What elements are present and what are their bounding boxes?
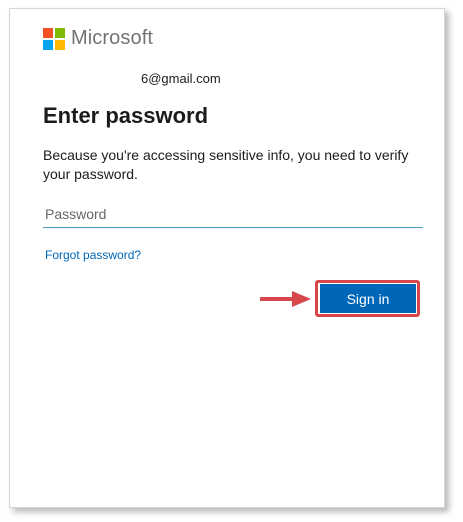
sign-in-card: Microsoft 6@gmail.com Enter password Bec… [9,8,445,508]
forgot-password-link[interactable]: Forgot password? [45,248,141,262]
microsoft-logo: Microsoft [43,27,153,50]
description-text: Because you're accessing sensitive info,… [43,147,409,182]
page-title: Enter password [43,103,209,128]
password-input[interactable] [43,201,423,228]
microsoft-logo-icon [43,27,65,50]
brand-name: Microsoft [71,27,154,49]
account-email: 6@gmail.com [141,71,221,86]
sign-in-button[interactable]: Sign in [320,284,416,313]
annotation-arrow-icon [260,291,311,307]
